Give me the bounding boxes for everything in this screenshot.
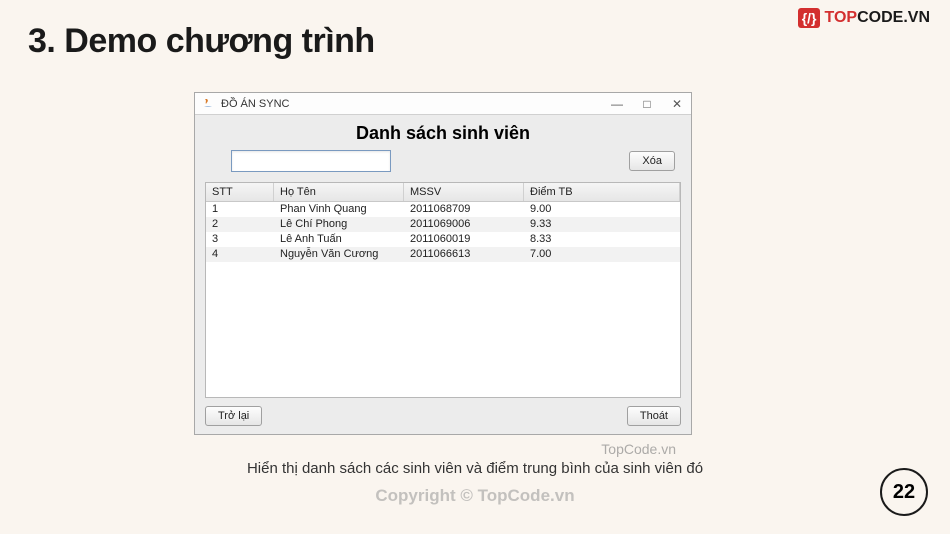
th-mssv[interactable]: MSSV [404, 183, 524, 201]
cell-name: Nguyễn Văn Cương [274, 247, 404, 262]
brand-name-red: TOP [824, 9, 857, 26]
table-row[interactable]: 2 Lê Chí Phong 2011069006 9.33 [206, 217, 680, 232]
slide-title: 3. Demo chương trình [28, 22, 375, 61]
brand-icon: {/} [798, 8, 821, 28]
student-table[interactable]: STT Họ Tên MSSV Điểm TB 1 Phan Vinh Quan… [205, 182, 681, 398]
slide-caption: Hiển thị danh sách các sinh viên và điểm… [0, 460, 950, 477]
search-input[interactable] [231, 150, 391, 172]
cell-stt: 2 [206, 217, 274, 232]
titlebar[interactable]: ĐỒ ÁN SYNC — □ ✕ [195, 93, 691, 115]
java-icon [201, 97, 215, 111]
th-gpa[interactable]: Điểm TB [524, 183, 680, 201]
watermark-small: TopCode.vn [601, 441, 676, 457]
th-stt[interactable]: STT [206, 183, 274, 201]
back-button[interactable]: Trở lại [205, 406, 262, 426]
cell-mssv: 2011068709 [404, 202, 524, 217]
brand-logo: {/} TOPCODE.VN [798, 8, 930, 28]
page-number-badge: 22 [880, 468, 928, 516]
minimize-button[interactable]: — [609, 97, 625, 111]
window-heading: Danh sách sinh viên [205, 123, 681, 144]
window-body: Danh sách sinh viên Xóa STT Họ Tên MSSV … [195, 115, 691, 434]
cell-gpa: 8.33 [524, 232, 680, 247]
window-title: ĐỒ ÁN SYNC [221, 98, 289, 110]
cell-name: Lê Chí Phong [274, 217, 404, 232]
table-header-row: STT Họ Tên MSSV Điểm TB [206, 183, 680, 202]
table-row[interactable]: 4 Nguyễn Văn Cương 2011066613 7.00 [206, 247, 680, 262]
cell-mssv: 2011060019 [404, 232, 524, 247]
brand-name-black: CODE.VN [857, 9, 930, 26]
exit-button[interactable]: Thoát [627, 406, 681, 426]
cell-gpa: 9.33 [524, 217, 680, 232]
bottom-button-bar: Trở lại Thoát [205, 406, 681, 426]
cell-gpa: 7.00 [524, 247, 680, 262]
cell-mssv: 2011069006 [404, 217, 524, 232]
th-name[interactable]: Họ Tên [274, 183, 404, 201]
input-row: Xóa [205, 150, 681, 172]
cell-stt: 4 [206, 247, 274, 262]
cell-gpa: 9.00 [524, 202, 680, 217]
delete-button[interactable]: Xóa [629, 151, 675, 171]
cell-name: Lê Anh Tuấn [274, 232, 404, 247]
app-window: ĐỒ ÁN SYNC — □ ✕ Danh sách sinh viên Xóa… [194, 92, 692, 435]
close-button[interactable]: ✕ [669, 97, 685, 111]
table-body: 1 Phan Vinh Quang 2011068709 9.00 2 Lê C… [206, 202, 680, 262]
table-row[interactable]: 3 Lê Anh Tuấn 2011060019 8.33 [206, 232, 680, 247]
maximize-button[interactable]: □ [639, 97, 655, 111]
watermark-large: Copyright © TopCode.vn [0, 486, 950, 506]
window-controls: — □ ✕ [609, 97, 685, 111]
table-row[interactable]: 1 Phan Vinh Quang 2011068709 9.00 [206, 202, 680, 217]
cell-name: Phan Vinh Quang [274, 202, 404, 217]
cell-stt: 3 [206, 232, 274, 247]
cell-mssv: 2011066613 [404, 247, 524, 262]
cell-stt: 1 [206, 202, 274, 217]
